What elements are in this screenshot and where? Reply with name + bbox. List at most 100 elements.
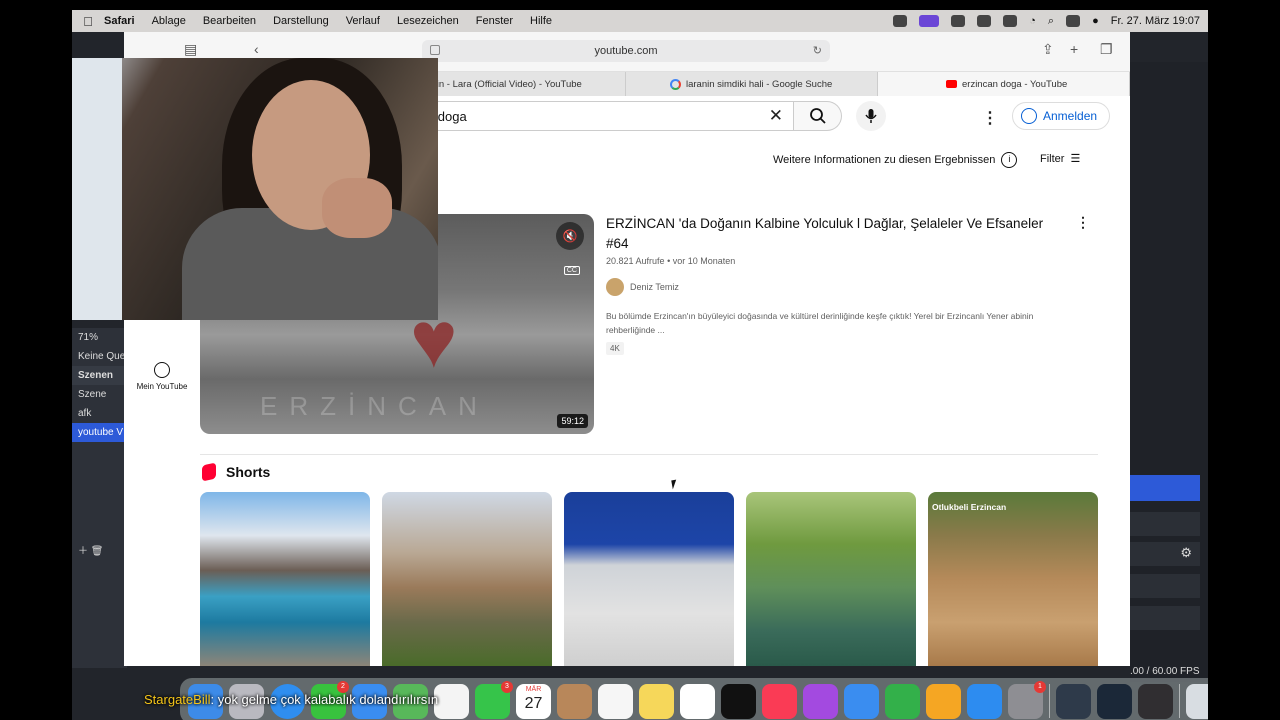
screen:  Safari Ablage Bearbeiten Darstellung V…	[0, 0, 1280, 720]
info-icon[interactable]: i	[1001, 152, 1018, 168]
battery-icon[interactable]	[1003, 15, 1018, 27]
channel-link[interactable]: Deniz Temiz	[606, 278, 679, 296]
page-icon[interactable]	[430, 45, 440, 55]
quality-badge: 4K	[606, 342, 624, 355]
obs-sources-empty: Keine Que	[78, 351, 126, 362]
sidebar-icon[interactable]: ▤	[184, 41, 197, 58]
shorts-header: Shorts	[202, 462, 271, 482]
obs-scene-item[interactable]: Szene	[72, 385, 127, 404]
menu-item-ablage[interactable]: Ablage	[152, 15, 186, 27]
steam-icon[interactable]	[1097, 683, 1132, 719]
control-center-icon[interactable]	[1066, 15, 1081, 27]
spotlight-icon[interactable]: ⌕	[1048, 15, 1054, 28]
filter-button[interactable]: Filter ☰	[1040, 152, 1081, 166]
tab-google-search[interactable]: laranin simdiki hali - Google Suche	[626, 72, 878, 96]
reminders-icon[interactable]	[598, 683, 633, 719]
siri-icon[interactable]: ●	[1092, 15, 1099, 27]
menu-item-lesezeichen[interactable]: Lesezeichen	[397, 15, 459, 27]
results-info-label: Weitere Informationen zu diesen Ergebnis…	[773, 154, 996, 166]
play-icon[interactable]	[951, 15, 966, 27]
user-icon[interactable]	[977, 15, 992, 27]
menu-item-fenster[interactable]: Fenster	[476, 15, 513, 27]
chat-separator: :	[210, 692, 218, 707]
short-item[interactable]	[746, 492, 916, 666]
captions-icon[interactable]: CC	[563, 266, 580, 275]
menu-clock[interactable]: Fr. 27. März 19:07	[1111, 15, 1200, 27]
wifi-icon[interactable]: ◔	[1029, 15, 1036, 27]
filter-sliders-icon: ☰	[1070, 153, 1081, 165]
gear-icon[interactable]: ⚙	[1180, 545, 1192, 561]
mute-icon[interactable]: 🔇	[556, 222, 584, 250]
video-menu-icon[interactable]: ⋮	[1076, 214, 1090, 231]
video-title[interactable]: ERZİNCAN 'da Doğanın Kalbine Yolculuk l …	[606, 214, 1066, 254]
sidebar-my-youtube-label: Mein YouTube	[136, 382, 188, 391]
clear-search-icon[interactable]: ✕	[769, 106, 783, 126]
signin-button[interactable]: Anmelden	[1012, 102, 1111, 130]
app-store-icon[interactable]	[967, 683, 1002, 719]
apple-icon[interactable]: 	[72, 14, 104, 29]
new-tab-icon[interactable]: +	[1070, 41, 1078, 57]
photos-icon[interactable]	[434, 683, 469, 719]
settings-kebab-icon[interactable]: ⋮	[982, 108, 998, 128]
obs-control-row[interactable]	[1130, 574, 1200, 598]
video-views: 20.821 Aufrufe	[606, 256, 665, 266]
short-item[interactable]	[200, 492, 370, 666]
obs-right-panel: ⚙	[1130, 62, 1208, 682]
keynote-icon[interactable]	[844, 683, 879, 719]
short-item[interactable]	[382, 492, 552, 666]
menu-item-hilfe[interactable]: Hilfe	[530, 15, 552, 27]
menu-app-name[interactable]: Safari	[104, 15, 135, 27]
short-item[interactable]: Otlukbeli Erzincan	[928, 492, 1098, 666]
channel-avatar[interactable]	[606, 278, 624, 296]
sidebar-my-youtube[interactable]: Mein YouTube	[124, 340, 200, 420]
freeform-icon[interactable]	[680, 683, 715, 719]
apple-tv-icon[interactable]	[721, 683, 756, 719]
menu-item-darstellung[interactable]: Darstellung	[273, 15, 329, 27]
url-text[interactable]: youtube.com	[595, 45, 658, 57]
filter-label: Filter	[1040, 152, 1065, 165]
voice-search-button[interactable]	[856, 101, 886, 131]
tab-overview-icon[interactable]: ❐	[1100, 41, 1113, 58]
short-item[interactable]	[564, 492, 734, 666]
search-button[interactable]	[794, 101, 842, 131]
tab-title: laranin simdiki hali - Google Suche	[686, 78, 833, 90]
video-duration: 59:12	[557, 414, 588, 428]
obs-control-row[interactable]	[1130, 512, 1200, 536]
screen-share-icon[interactable]	[919, 15, 940, 27]
contacts-icon[interactable]	[557, 683, 592, 719]
menu-item-bearbeiten[interactable]: Bearbeiten	[203, 15, 256, 27]
music-icon[interactable]	[762, 683, 797, 719]
obs-icon[interactable]	[1138, 683, 1173, 719]
reload-icon[interactable]: ↻	[813, 44, 822, 57]
obs-control-row[interactable]	[1130, 606, 1200, 630]
tab-youtube-erzincan[interactable]: erzincan doga - YouTube	[878, 72, 1130, 96]
webcam-window-bg	[72, 58, 122, 320]
numbers-icon[interactable]	[885, 683, 920, 719]
address-bar[interactable]: youtube.com ↻	[422, 40, 830, 62]
obs-status-icon[interactable]	[893, 15, 908, 27]
system-settings-icon[interactable]: 1	[1008, 680, 1046, 719]
chat-message: yok gelme çok kalabalık dolandırılırsın	[217, 692, 439, 707]
share-icon[interactable]: ⇪	[1042, 41, 1054, 58]
notes-icon[interactable]	[639, 683, 674, 719]
obs-add-remove[interactable]: ＋ 🗑	[72, 538, 127, 561]
obs-scene-item-selected[interactable]: youtube V	[72, 423, 127, 442]
chat-overlay: StargateBill: yok gelme çok kalabalık do…	[144, 692, 438, 707]
back-icon[interactable]: ‹	[254, 41, 259, 57]
podcasts-icon[interactable]	[803, 683, 838, 719]
results-info[interactable]: Weitere Informationen zu diesen Ergebnis…	[773, 152, 1018, 168]
pages-icon[interactable]	[926, 683, 961, 719]
obs-settings-row[interactable]: ⚙	[1130, 542, 1200, 566]
menu-bar:  Safari Ablage Bearbeiten Darstellung V…	[72, 10, 1208, 32]
webcam-hand	[322, 178, 392, 238]
obs-scene-item[interactable]: afk	[72, 404, 127, 423]
signin-label: Anmelden	[1043, 109, 1098, 123]
shorts-title: Shorts	[226, 464, 271, 480]
calendar-icon[interactable]: MÄR 27	[516, 683, 551, 719]
quicktime-icon[interactable]	[1056, 683, 1091, 719]
channel-name[interactable]: Deniz Temiz	[630, 282, 679, 292]
facetime-icon[interactable]: 3	[475, 680, 513, 719]
trash-icon[interactable]	[1186, 683, 1208, 719]
obs-active-control[interactable]	[1130, 475, 1200, 501]
menu-item-verlauf[interactable]: Verlauf	[346, 15, 380, 27]
